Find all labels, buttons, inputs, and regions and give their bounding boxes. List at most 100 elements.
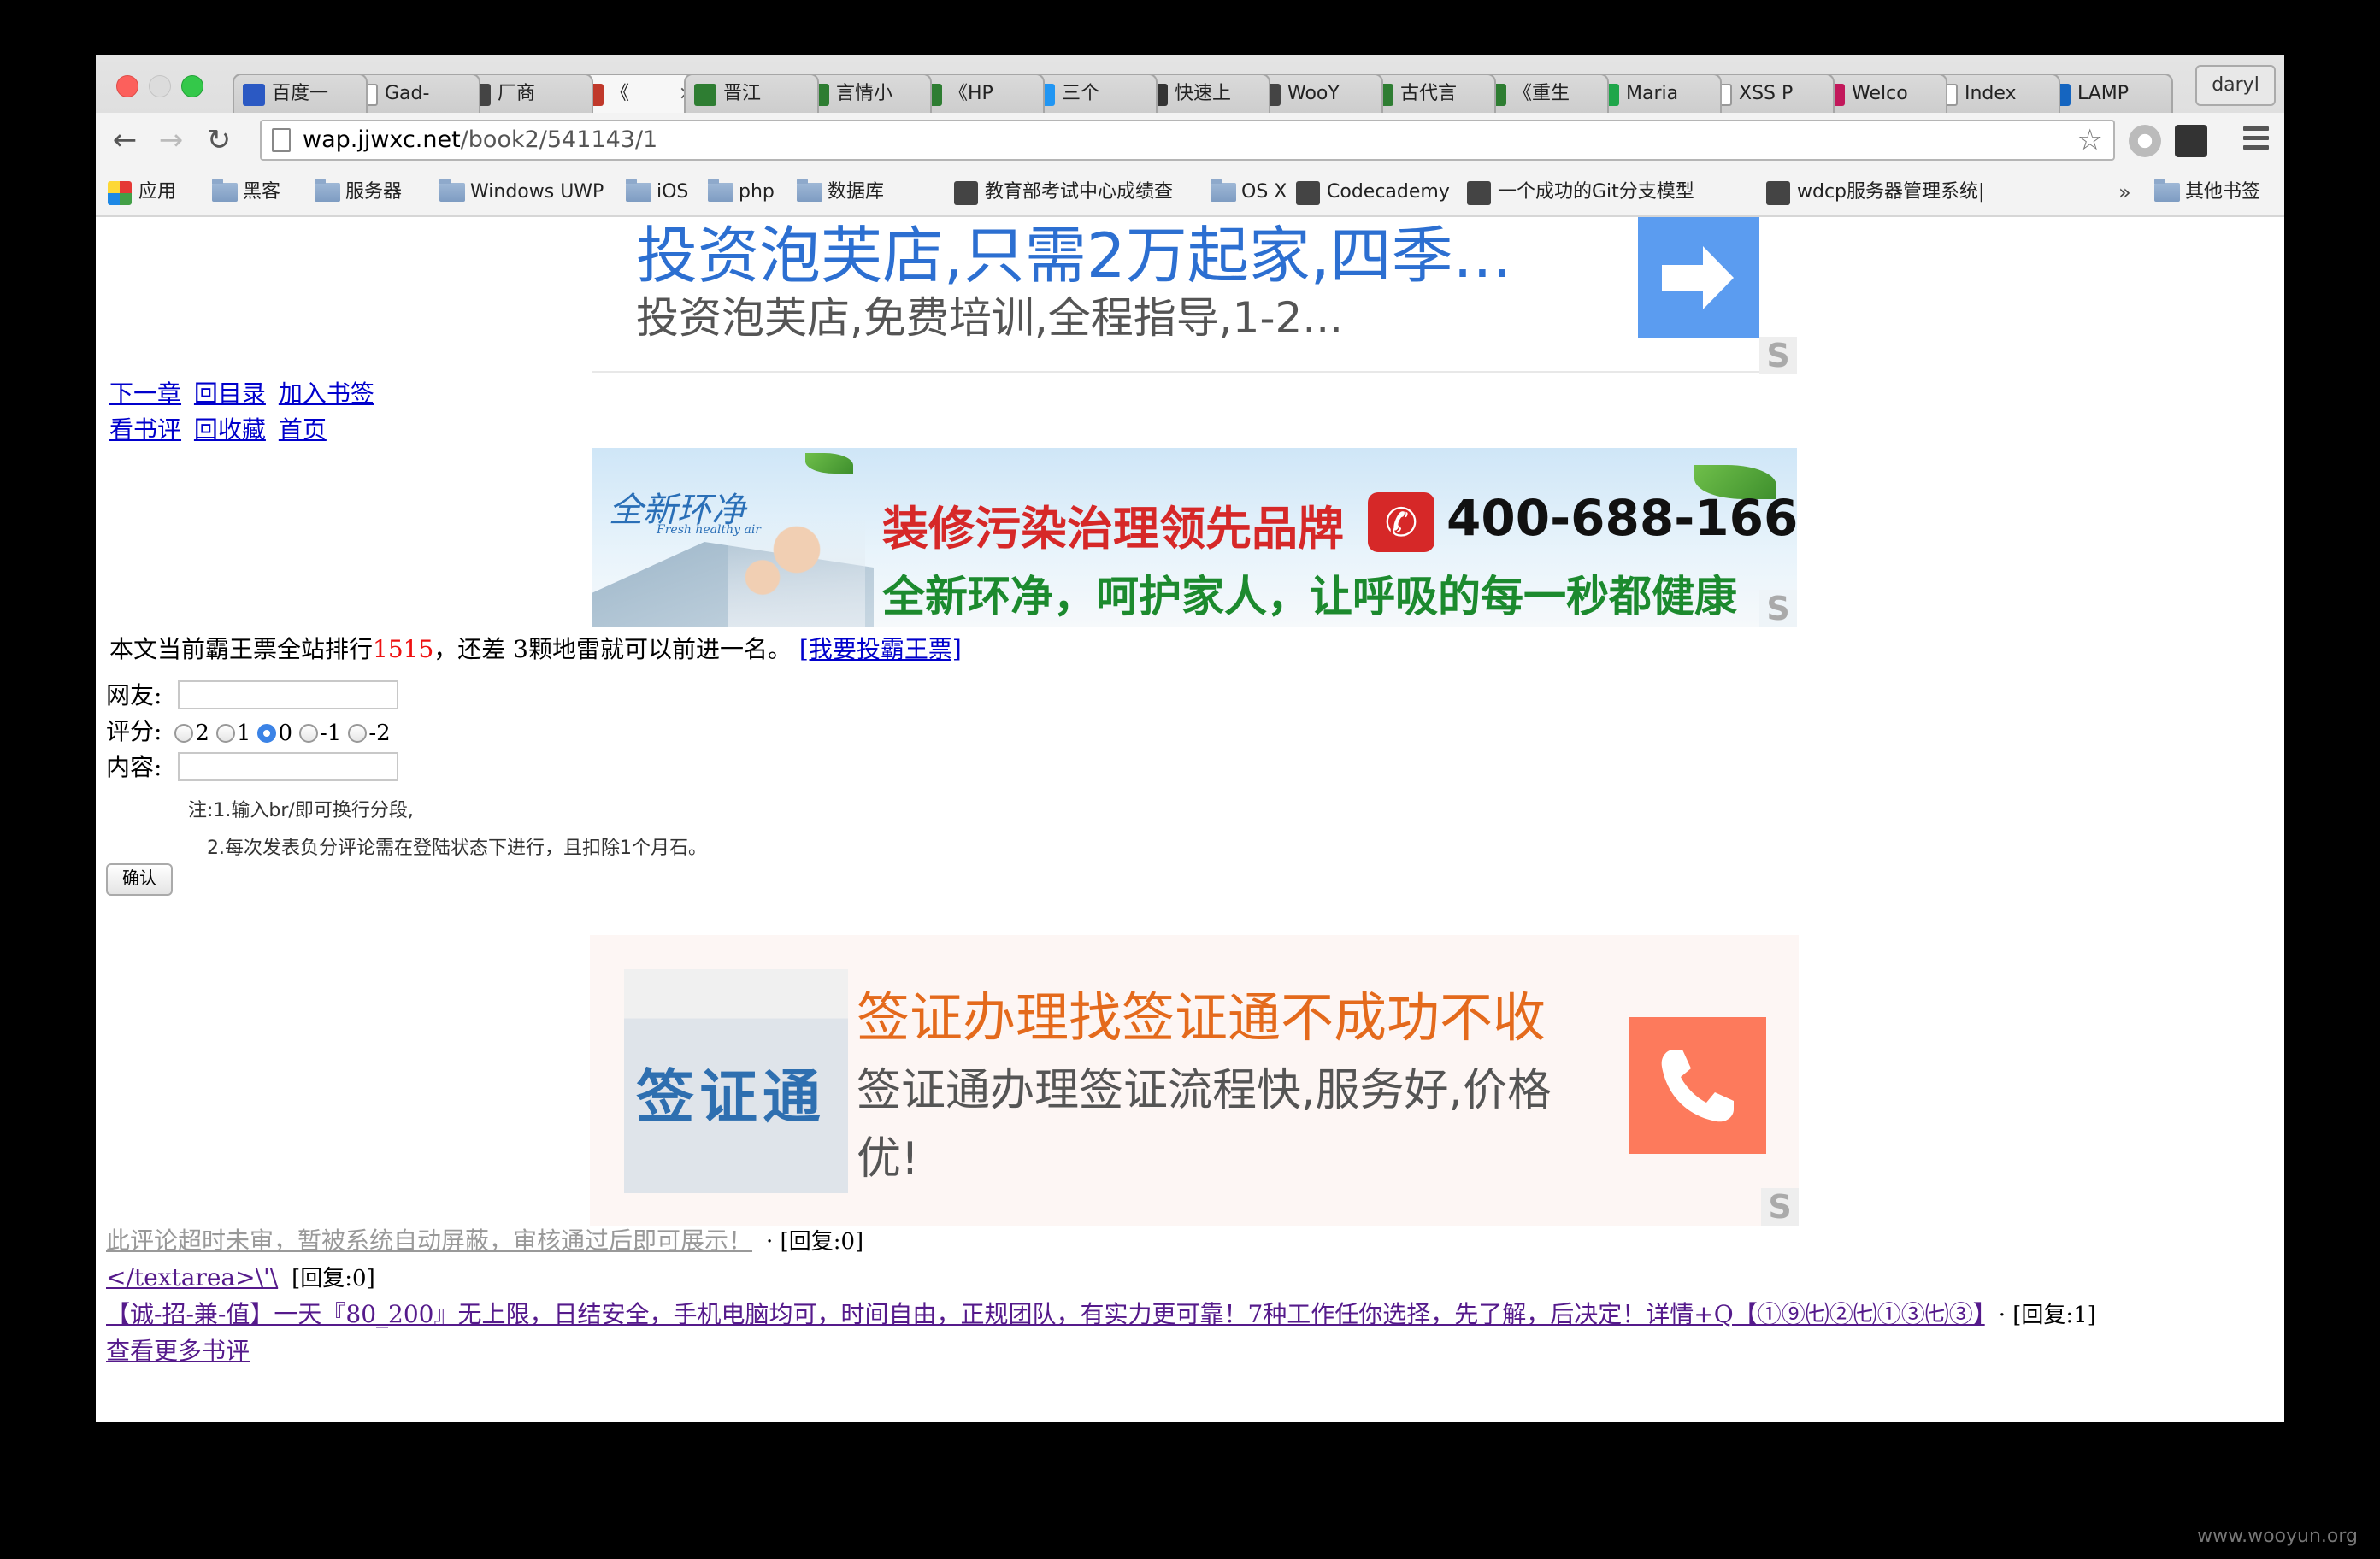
- folder-icon: [626, 179, 651, 202]
- favorites-link[interactable]: 回收藏: [194, 415, 266, 444]
- vote-link[interactable]: [我要投霸王票]: [799, 635, 962, 663]
- tab-label: 《: [610, 83, 630, 104]
- score-label: 评分:: [106, 717, 162, 745]
- tab-0[interactable]: 百度一: [233, 74, 368, 113]
- chapter-nav: 下一章 回目录 加入书签 看书评 回收藏 首页: [109, 376, 380, 448]
- tab-label: Welco: [1852, 83, 1908, 104]
- tab-label: Gad-: [385, 83, 430, 104]
- user-input[interactable]: [178, 680, 398, 709]
- arrow-right-icon[interactable]: [1638, 217, 1759, 338]
- baidu-icon: [243, 84, 265, 106]
- url-host: wap.jjwxc.net: [303, 126, 461, 153]
- url-path: /book2/541143/1: [460, 126, 658, 153]
- score-radio[interactable]: [174, 723, 194, 743]
- url-text: wap.jjwxc.net/book2/541143/1: [303, 121, 657, 159]
- ad-mid-phone: 400-688-1661: [1446, 489, 1797, 547]
- visa-logo-text: 签证通: [636, 1063, 827, 1132]
- submit-button[interactable]: 确认: [106, 863, 173, 896]
- close-window-button[interactable]: [116, 75, 138, 97]
- menu-icon[interactable]: [2243, 126, 2269, 155]
- zoom-window-button[interactable]: [181, 75, 203, 97]
- phone-icon: ✆: [1368, 492, 1434, 552]
- profile-button[interactable]: daryl: [2195, 65, 2276, 106]
- ad-banner-top[interactable]: 投资泡芙店,只需2万起家,四季... 投资泡芙店,免费培训,全程指导,1-2..…: [592, 217, 1797, 374]
- visa-logo: 签证通: [624, 969, 848, 1193]
- ad-badge: S: [1761, 1188, 1799, 1226]
- reload-icon[interactable]: ↻: [202, 123, 236, 157]
- ad-top-title: 投资泡芙店,只需2万起家,四季...: [636, 220, 1512, 291]
- rank-prefix: 本文当前霸王票全站排行: [109, 635, 374, 663]
- tab-label: Maria: [1626, 83, 1679, 104]
- content-label: 内容:: [106, 753, 162, 781]
- site-favicon-icon: [1467, 181, 1491, 205]
- tab-label: 晋江: [723, 83, 762, 104]
- score-radio[interactable]: [298, 723, 318, 743]
- tab-label: 《HP: [949, 83, 993, 104]
- site-favicon-icon: [954, 181, 978, 205]
- more-reviews-link[interactable]: 查看更多书评: [106, 1337, 250, 1365]
- phone-icon[interactable]: [1629, 1017, 1766, 1154]
- extension-globe-icon[interactable]: [2129, 125, 2161, 157]
- bookmark-label: OS X: [1241, 181, 1287, 203]
- folder-icon: [2154, 179, 2180, 202]
- form-note-1: 注:1.输入br/即可换行分段,: [188, 800, 414, 821]
- add-bookmark-link[interactable]: 加入书签: [279, 379, 374, 408]
- comment-link[interactable]: 【诚-招-兼-值】一天『80_200』无上限，日结安全，手机电脑均可，时间自由，…: [106, 1300, 1985, 1328]
- tab-strip: 百度一Gad-厂商《×晋江言情小《HP三个快速上WooY古代言《重生MariaX…: [233, 74, 2173, 113]
- tab-label: 百度一: [272, 83, 329, 104]
- minimize-window-button[interactable]: [149, 75, 171, 97]
- score-radio-label: 2: [195, 720, 209, 746]
- tab-label: XSS P: [1739, 83, 1794, 104]
- comment-reply-count: [回复:0]: [292, 1266, 375, 1291]
- extension-mask-icon[interactable]: [2175, 125, 2207, 157]
- tab-label: 厂商: [498, 83, 536, 104]
- tab-label: 言情小: [836, 83, 893, 104]
- toc-link[interactable]: 回目录: [194, 379, 266, 408]
- next-chapter-link[interactable]: 下一章: [109, 379, 181, 408]
- comment-reply-count: · [回复:0]: [766, 1229, 864, 1255]
- folder-icon: [439, 179, 465, 202]
- user-label: 网友:: [106, 681, 162, 709]
- content-input[interactable]: [178, 752, 398, 781]
- folder-icon: [315, 179, 340, 202]
- address-bar[interactable]: wap.jjwxc.net/book2/541143/1 ☆: [260, 120, 2115, 161]
- comment-item: </textarea>\'\ [回复:0]: [106, 1259, 375, 1297]
- bookmark-label: 黑客: [243, 181, 281, 203]
- comment-link[interactable]: </textarea>\'\: [106, 1263, 278, 1291]
- score-radio[interactable]: [215, 723, 235, 743]
- bookmark-3[interactable]: Windows UWP: [436, 169, 604, 215]
- home-link[interactable]: 首页: [279, 415, 327, 444]
- bookmark-star-icon[interactable]: ☆: [2077, 123, 2103, 157]
- browser-toolbar: ← → ↻ wap.jjwxc.net/book2/541143/1 ☆: [96, 113, 2284, 169]
- score-radio[interactable]: [348, 723, 368, 743]
- ad-bottom-desc: 签证通办理签证流程快,服务好,价格优!: [857, 1065, 1552, 1185]
- tab-label: LAMP: [2077, 83, 2130, 104]
- bookmark-label: php: [739, 181, 775, 203]
- score-radio-label: -2: [368, 720, 391, 746]
- reviews-link[interactable]: 看书评: [109, 415, 181, 444]
- score-radio-label: -1: [319, 720, 342, 746]
- tab-label: 三个: [1062, 83, 1100, 104]
- folder-icon: [212, 179, 238, 202]
- folder-icon: [1211, 179, 1236, 202]
- tab-4[interactable]: 晋江: [684, 74, 819, 113]
- leaf-icon: [805, 453, 853, 474]
- tree-icon: [694, 84, 716, 106]
- bookmark-1[interactable]: 黑客: [209, 169, 280, 215]
- browser-window: 百度一Gad-厂商《×晋江言情小《HP三个快速上WooY古代言《重生MariaX…: [96, 55, 2284, 1422]
- ad-banner-bottom[interactable]: 签证通 签证办理找签证通不成功不收 签证通办理签证流程快,服务好,价格优! S: [590, 935, 1799, 1226]
- back-arrow-icon[interactable]: ←: [108, 123, 142, 157]
- forward-arrow-icon[interactable]: →: [154, 123, 188, 157]
- bookmark-0[interactable]: 应用: [104, 169, 176, 215]
- tab-label: WooY: [1287, 83, 1340, 104]
- ranking-line: 本文当前霸王票全站排行1515，还差 3颗地雷就可以前进一名。 [我要投霸王票]: [109, 632, 962, 667]
- ad-top-desc: 投资泡芙店,免费培训,全程指导,1-2...: [636, 293, 1344, 343]
- bookmark-12[interactable]: 其他书签: [2151, 169, 2260, 215]
- bookmark-2[interactable]: 服务器: [311, 169, 402, 215]
- apps-grid-icon: [108, 181, 132, 205]
- bookmarks-overflow-button[interactable]: »: [2118, 169, 2131, 215]
- score-radio[interactable]: [257, 723, 277, 743]
- ad-banner-middle[interactable]: 全新环净 Fresh healthy air 装修污染治理领先品牌 ✆ 400-…: [592, 448, 1797, 627]
- comment-link[interactable]: 此评论超时未审，暂被系统自动屏蔽，审核通过后即可展示！: [106, 1227, 752, 1255]
- bookmark-11[interactable]: wdcp服务器管理系统|: [1763, 169, 1984, 215]
